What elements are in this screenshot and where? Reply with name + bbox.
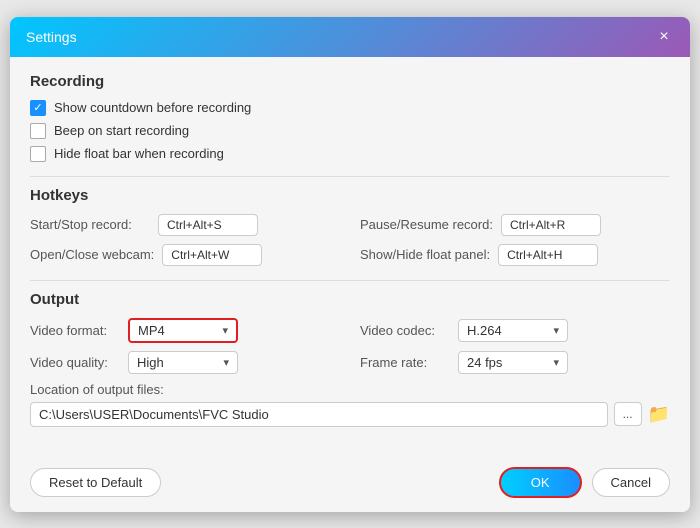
chevron-down-icon-4: ▾ — [553, 356, 559, 369]
hotkeys-title: Hotkeys — [30, 187, 670, 204]
select-frame-rate[interactable]: 24 fps ▾ — [458, 351, 568, 374]
settings-dialog: Settings × Recording Show countdown befo… — [10, 17, 690, 512]
chevron-down-icon-3: ▾ — [223, 356, 229, 369]
input-start-stop[interactable] — [158, 214, 258, 236]
divider-2 — [30, 280, 670, 281]
checkbox-beep-on-start[interactable] — [30, 123, 46, 139]
chevron-down-icon: ▾ — [222, 324, 228, 337]
output-row-frame-rate: Frame rate: 24 fps ▾ — [360, 351, 670, 374]
hotkey-row-show-hide-panel: Show/Hide float panel: — [360, 244, 670, 266]
dialog-title: Settings — [26, 29, 77, 45]
location-input[interactable] — [30, 402, 608, 427]
checkbox-show-countdown[interactable] — [30, 100, 46, 116]
input-pause-resume[interactable] — [501, 214, 601, 236]
ok-button[interactable]: OK — [499, 467, 582, 498]
reset-button[interactable]: Reset to Default — [30, 468, 161, 497]
cancel-button[interactable]: Cancel — [592, 468, 670, 497]
recording-title: Recording — [30, 73, 670, 90]
hotkeys-section: Hotkeys Start/Stop record: Pause/Resume … — [30, 187, 670, 266]
label-show-countdown: Show countdown before recording — [54, 100, 251, 115]
dialog-footer: Reset to Default OK Cancel — [10, 457, 690, 512]
hotkey-row-pause-resume: Pause/Resume record: — [360, 214, 670, 236]
divider-1 — [30, 176, 670, 177]
select-video-codec[interactable]: H.264 ▾ — [458, 319, 568, 342]
output-section: Output Video format: MP4 ▾ Video codec: … — [30, 291, 670, 427]
checkbox-row-float-bar: Hide float bar when recording — [30, 146, 670, 162]
input-open-close-webcam[interactable] — [162, 244, 262, 266]
label-hide-float-bar: Hide float bar when recording — [54, 146, 224, 161]
label-open-close-webcam: Open/Close webcam: — [30, 247, 154, 262]
hotkey-row-start-stop: Start/Stop record: — [30, 214, 340, 236]
browse-button[interactable]: ... — [614, 402, 642, 426]
select-video-format[interactable]: MP4 ▾ — [128, 318, 238, 343]
label-beep-on-start: Beep on start recording — [54, 123, 189, 138]
label-video-quality: Video quality: — [30, 355, 120, 370]
select-frame-rate-value: 24 fps — [467, 355, 502, 370]
chevron-down-icon-2: ▾ — [553, 324, 559, 337]
checkbox-row-beep: Beep on start recording — [30, 123, 670, 139]
output-row-video-codec: Video codec: H.264 ▾ — [360, 318, 670, 343]
output-grid: Video format: MP4 ▾ Video codec: H.264 ▾… — [30, 318, 670, 374]
hotkey-row-open-close-webcam: Open/Close webcam: — [30, 244, 340, 266]
footer-right: OK Cancel — [499, 467, 670, 498]
recording-section: Recording Show countdown before recordin… — [30, 73, 670, 162]
checkbox-hide-float-bar[interactable] — [30, 146, 46, 162]
label-video-format: Video format: — [30, 323, 120, 338]
hotkeys-grid: Start/Stop record: Pause/Resume record: … — [30, 214, 670, 266]
select-video-quality-value: High — [137, 355, 164, 370]
label-video-codec: Video codec: — [360, 323, 450, 338]
label-show-hide-panel: Show/Hide float panel: — [360, 247, 490, 262]
select-video-codec-value: H.264 — [467, 323, 502, 338]
select-video-quality[interactable]: High ▾ — [128, 351, 238, 374]
output-row-video-format: Video format: MP4 ▾ — [30, 318, 340, 343]
label-frame-rate: Frame rate: — [360, 355, 450, 370]
output-title: Output — [30, 291, 670, 308]
input-show-hide-panel[interactable] — [498, 244, 598, 266]
output-row-video-quality: Video quality: High ▾ — [30, 351, 340, 374]
title-bar: Settings × — [10, 17, 690, 57]
close-button[interactable]: × — [654, 27, 674, 47]
dialog-content: Recording Show countdown before recordin… — [10, 57, 690, 457]
checkbox-row-countdown: Show countdown before recording — [30, 100, 670, 116]
folder-icon-button[interactable]: 📁 — [648, 404, 670, 425]
location-label: Location of output files: — [30, 382, 670, 397]
label-start-stop: Start/Stop record: — [30, 217, 150, 232]
select-video-format-value: MP4 — [138, 323, 165, 338]
location-row: ... 📁 — [30, 402, 670, 427]
label-pause-resume: Pause/Resume record: — [360, 217, 493, 232]
